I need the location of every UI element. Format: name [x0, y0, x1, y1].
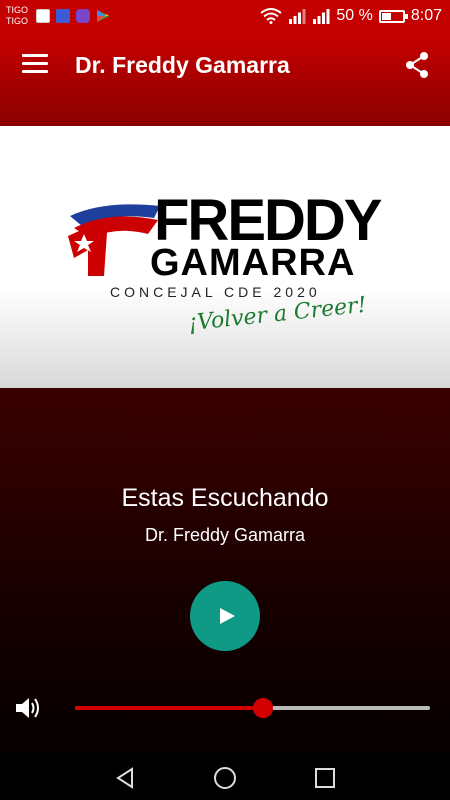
menu-icon[interactable] — [22, 54, 48, 76]
carrier-1: TIGO — [6, 5, 28, 15]
clock: 8:07 — [410, 7, 442, 24]
logo-name-last: GAMARRA — [150, 242, 356, 284]
signal-1-icon — [289, 9, 306, 24]
logo-subtitle: CONCEJAL CDE 2020 — [110, 284, 321, 300]
share-icon[interactable] — [404, 51, 430, 79]
carrier-labels: TIGO TIGO — [6, 5, 28, 27]
navigation-bar — [0, 752, 450, 800]
app-bar: Dr. Freddy Gamarra — [0, 32, 450, 126]
recents-icon[interactable] — [313, 766, 337, 790]
now-playing-label: Estas Escuchando — [121, 484, 329, 512]
home-icon[interactable] — [213, 766, 237, 790]
candidate-logo: FREDDY GAMARRA CONCEJAL CDE 2020 ¡Volver… — [60, 192, 382, 352]
play-store-icon — [97, 10, 109, 22]
volume-icon[interactable] — [14, 695, 42, 721]
station-banner: FREDDY GAMARRA CONCEJAL CDE 2020 ¡Volver… — [0, 126, 450, 388]
volume-slider[interactable] — [75, 698, 430, 718]
tigo-app-icon — [36, 9, 50, 23]
wifi-icon — [260, 8, 283, 24]
status-bar: TIGO TIGO 50 % 8:07 — [0, 0, 450, 32]
phone-manager-icon — [56, 9, 70, 23]
battery-percent: 50 % — [336, 7, 373, 24]
page-title: Dr. Freddy Gamarra — [75, 52, 290, 78]
station-name: Dr. Freddy Gamarra — [144, 525, 306, 545]
player-panel: Estas Escuchando Dr. Freddy Gamarra — [0, 388, 450, 800]
play-icon — [219, 608, 235, 624]
notification-icons — [36, 9, 110, 23]
volume-slider-thumb[interactable] — [253, 698, 274, 718]
carrier-2: TIGO — [6, 16, 28, 26]
status-right: 50 % 8:07 — [260, 7, 442, 25]
back-icon[interactable] — [113, 766, 137, 790]
battery-icon — [378, 9, 408, 23]
signal-2-icon — [313, 9, 330, 24]
play-button[interactable] — [190, 581, 260, 651]
messaging-icon — [76, 9, 90, 23]
volume-slider-fill — [75, 706, 264, 710]
